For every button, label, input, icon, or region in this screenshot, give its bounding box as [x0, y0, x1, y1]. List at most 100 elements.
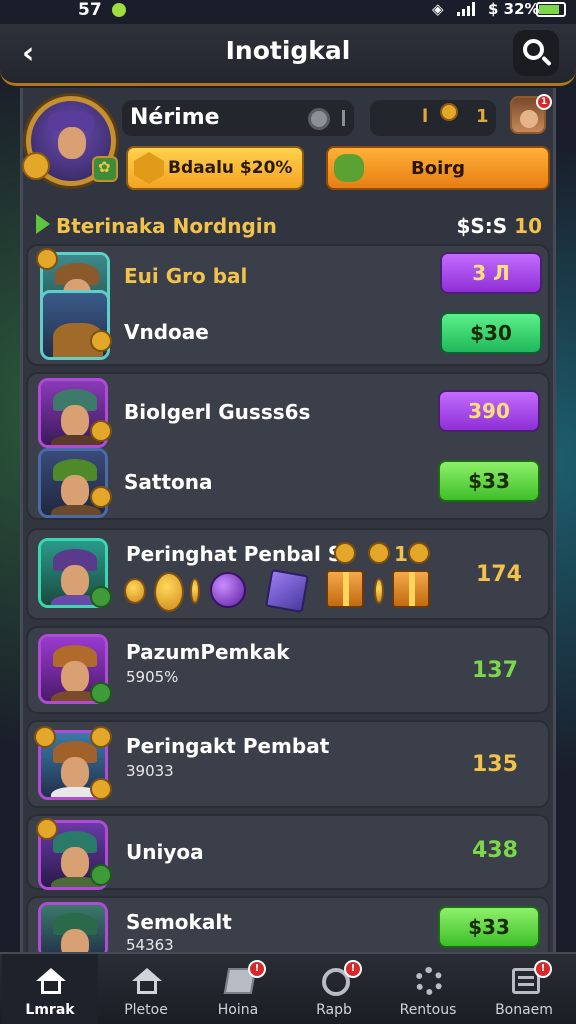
search-button[interactable] — [513, 30, 559, 76]
nav-tab-pletoe[interactable]: Pletoe — [98, 954, 194, 1024]
gold-offer-button[interactable]: Bdaalu $20% — [126, 146, 304, 190]
player-name-box[interactable]: Nérime — [122, 100, 354, 136]
item-value: 438 — [472, 838, 518, 863]
nav-tab-bonaem[interactable]: ! Bonaem — [476, 954, 572, 1024]
nav-label: Lmrak — [25, 1002, 75, 1018]
page-title: Inotigkal — [225, 36, 351, 65]
item-subtitle: 39033 — [126, 762, 174, 780]
gift-box-icon — [326, 570, 364, 608]
item-value: 174 — [476, 562, 522, 587]
section-balance-value: 10 — [514, 214, 542, 238]
wifi-icon: ◈ — [432, 0, 444, 18]
item-name: Vndoae — [124, 320, 209, 344]
coin-icon — [22, 152, 50, 180]
coin-icon — [36, 248, 58, 270]
section-title: Bterinaka Nordngin — [56, 214, 277, 238]
house-icon — [130, 964, 164, 998]
nav-label: Pletoe — [124, 1002, 168, 1018]
nav-tab-rapb[interactable]: ! Rapb — [286, 954, 382, 1024]
cube-icon — [264, 568, 310, 614]
currency-value: 1 — [476, 106, 489, 127]
coin-icon — [90, 420, 112, 442]
currency-prefix: l — [422, 106, 429, 127]
status-bar: 57 ◈ $ 32% — [0, 0, 576, 24]
signal-icon — [457, 2, 475, 16]
section-header: Bterinaka Nordngin $S:S 10 — [24, 208, 554, 244]
avatar-face — [520, 110, 538, 128]
nav-label: Hoina — [217, 1002, 259, 1018]
home-icon — [34, 964, 68, 998]
buy-button[interactable]: 390 — [438, 390, 540, 432]
nav-tab-rentous[interactable]: Rentous — [380, 954, 476, 1024]
coin-icon — [440, 103, 458, 121]
list-item[interactable]: PazumPemkak 5905% 137 — [26, 626, 550, 714]
buy-button[interactable]: $33 — [438, 460, 540, 502]
list-item-group: Biolgerl Gusss6s Sattona 390 $33 — [26, 372, 550, 520]
list-item[interactable]: Peringakt Pembat 39033 135 — [26, 720, 550, 808]
item-name: Sattona — [124, 470, 213, 494]
coin-icon — [36, 818, 58, 840]
profile-row: Nérime l 1 1 Bdaalu $20% Boirg — [22, 94, 554, 198]
coin-icon — [334, 542, 356, 564]
list-item[interactable]: Semokalt 54363 $33 — [26, 896, 550, 958]
nav-label: Rentous — [399, 1002, 457, 1018]
item-value: 135 — [472, 752, 518, 777]
item-portrait — [38, 902, 108, 958]
boost-label: Boirg — [410, 158, 466, 179]
item-value: 137 — [472, 658, 518, 683]
player-name: Nérime — [130, 105, 220, 130]
notification-badge: ! — [248, 960, 266, 978]
coin-icon — [374, 578, 384, 604]
coin-icon — [90, 486, 112, 508]
bottom-nav: Lmrak Pletoe ! Hoina ! Rapb Rentous ! Bo… — [0, 952, 576, 1024]
buy-button[interactable]: 3 Л — [440, 252, 542, 294]
coin-icon — [124, 578, 146, 604]
coin-icon — [190, 578, 200, 604]
item-name: Semokalt — [126, 910, 232, 934]
nav-tab-home[interactable]: Lmrak — [2, 954, 98, 1024]
divider — [342, 110, 345, 126]
list-item[interactable]: Uniyoa 438 — [26, 814, 550, 890]
list-item-group: Eui Gro bal Vndoae 3 Л $30 — [26, 244, 550, 366]
clover-badge-icon — [92, 156, 118, 182]
item-name: Peringhat Penbal S — [126, 542, 343, 566]
check-badge-icon — [90, 586, 112, 608]
coin-icon — [90, 778, 112, 800]
item-name: Uniyoa — [126, 840, 204, 864]
currency-box[interactable]: l 1 — [370, 100, 496, 136]
leaf-badge-icon — [90, 864, 112, 886]
nav-label: Rapb — [316, 1002, 352, 1018]
buy-button[interactable]: $33 — [438, 906, 540, 948]
coin-icon — [90, 726, 112, 748]
hero-face — [58, 127, 86, 159]
lock-icon — [308, 108, 330, 130]
battery-icon — [536, 2, 566, 17]
coin-icon — [90, 330, 112, 352]
notification-badge: ! — [534, 960, 552, 978]
section-balance: $S:S 10 — [456, 214, 542, 238]
status-time: 57 — [78, 0, 102, 20]
gem-icon — [134, 152, 164, 184]
nav-tab-hoina[interactable]: ! Hoina — [190, 954, 286, 1024]
star-badge-icon — [90, 682, 112, 704]
section-balance-prefix: $S:S — [456, 214, 508, 238]
gold-coin-icon — [154, 572, 184, 612]
item-subtitle: 5905% — [126, 668, 179, 686]
top-bar: ‹ Inotigkal — [0, 24, 576, 86]
buy-button[interactable]: $30 — [440, 312, 542, 354]
gift-box-icon — [392, 570, 430, 608]
flag-icon — [36, 214, 50, 234]
list-item[interactable]: Peringhat Penbal S 1 174 — [26, 528, 550, 620]
item-extra-count: 1 — [394, 542, 408, 566]
gear-icon — [412, 964, 446, 998]
coin-icon — [34, 726, 56, 748]
boost-button[interactable]: Boirg — [326, 146, 550, 190]
nav-label: Bonaem — [495, 1002, 553, 1018]
item-name: Peringakt Pembat — [126, 734, 330, 758]
coin-icon — [368, 542, 390, 564]
coin-icon — [408, 542, 430, 564]
item-name: Eui Gro bal — [124, 264, 248, 288]
app-notification-icon — [112, 3, 126, 17]
friend-avatar[interactable]: 1 — [510, 94, 552, 134]
orb-icon — [210, 572, 246, 608]
